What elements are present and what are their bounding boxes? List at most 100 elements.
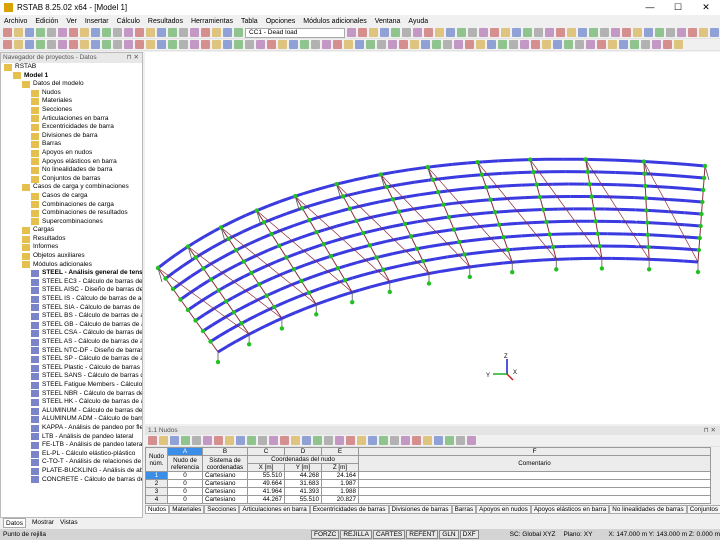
- purlin-member[interactable]: [467, 160, 483, 165]
- table-cell[interactable]: 20.827: [321, 495, 359, 504]
- purlin-member[interactable]: [328, 209, 342, 216]
- toolbar-button-icon[interactable]: [181, 436, 190, 445]
- purlin-member[interactable]: [422, 164, 438, 170]
- node-support[interactable]: [208, 277, 214, 282]
- purlin-member[interactable]: [326, 295, 339, 302]
- purlin-member[interactable]: [471, 172, 488, 178]
- purlin-member[interactable]: [247, 313, 259, 322]
- toolbar-button-icon[interactable]: [542, 40, 551, 49]
- toolbar-button-icon[interactable]: [366, 40, 375, 49]
- node-support[interactable]: [215, 359, 221, 365]
- purlin-member[interactable]: [254, 324, 266, 333]
- toolbar-button-icon[interactable]: [36, 28, 45, 37]
- tree-item[interactable]: Informes: [1, 243, 142, 252]
- toolbar-button-icon[interactable]: [157, 40, 166, 49]
- tree-item[interactable]: Barras: [1, 140, 142, 149]
- toolbar-button-icon[interactable]: [3, 40, 12, 49]
- purlin-member[interactable]: [385, 237, 399, 243]
- toolbar-button-icon[interactable]: [456, 436, 465, 445]
- toolbar-button-icon[interactable]: [531, 40, 540, 49]
- table-cell[interactable]: Cartesiano: [202, 487, 248, 496]
- node-support[interactable]: [334, 181, 339, 187]
- node-support[interactable]: [354, 218, 359, 224]
- toolbar-button-icon[interactable]: [69, 28, 78, 37]
- purlin-member[interactable]: [517, 170, 534, 175]
- purlin-member[interactable]: [615, 170, 634, 175]
- purlin-member[interactable]: [440, 267, 454, 273]
- table-cell[interactable]: 55.510: [247, 471, 285, 480]
- purlin-member[interactable]: [398, 262, 412, 268]
- node-support[interactable]: [646, 267, 652, 272]
- node-support[interactable]: [314, 230, 319, 235]
- toolbar-button-icon[interactable]: [545, 28, 554, 37]
- model-viewport[interactable]: Z Y X: [145, 52, 720, 424]
- purlin-member[interactable]: [447, 187, 463, 193]
- node-support[interactable]: [475, 160, 480, 165]
- node-support[interactable]: [488, 197, 493, 202]
- menu-item-10[interactable]: Ventana: [375, 18, 401, 25]
- purlin-member[interactable]: [223, 219, 236, 227]
- toolbar-button-icon[interactable]: [523, 28, 532, 37]
- node-support[interactable]: [360, 230, 366, 236]
- node-support[interactable]: [641, 159, 647, 164]
- purlin-member[interactable]: [449, 226, 464, 232]
- node-support[interactable]: [700, 199, 705, 205]
- purlin-member[interactable]: [618, 195, 635, 200]
- toolbar-button-icon[interactable]: [223, 40, 232, 49]
- table-cell[interactable]: 2: [145, 479, 168, 488]
- purlin-member[interactable]: [234, 274, 246, 283]
- purlin-member[interactable]: [521, 233, 536, 238]
- purlin-member[interactable]: [249, 297, 261, 306]
- tree-item[interactable]: STEEL EC3 - Cálculo de barras de acero: [1, 278, 142, 287]
- purlin-member[interactable]: [481, 236, 495, 241]
- node-support[interactable]: [178, 297, 183, 302]
- col-header-d[interactable]: D: [284, 447, 322, 456]
- menu-item-11[interactable]: Ayuda: [408, 18, 428, 25]
- node-support[interactable]: [291, 267, 297, 272]
- toolbar-button-icon[interactable]: [278, 40, 287, 49]
- toolbar-button-icon[interactable]: [36, 40, 45, 49]
- toolbar-button-icon[interactable]: [47, 40, 56, 49]
- purlin-member[interactable]: [471, 211, 486, 216]
- node-support[interactable]: [451, 227, 457, 232]
- toolbar-button-icon[interactable]: [212, 28, 221, 37]
- toolbar-button-icon[interactable]: [512, 28, 521, 37]
- menu-item-9[interactable]: Módulos adicionales: [303, 18, 366, 25]
- purlin-member[interactable]: [274, 315, 286, 323]
- menu-item-1[interactable]: Edición: [35, 18, 58, 25]
- purlin-member[interactable]: [315, 184, 329, 192]
- purlin-member[interactable]: [352, 273, 365, 280]
- toolbar-button-icon[interactable]: [390, 436, 399, 445]
- purlin-member[interactable]: [363, 270, 376, 277]
- purlin-member[interactable]: [477, 262, 491, 268]
- node-support[interactable]: [269, 231, 274, 237]
- purlin-member[interactable]: [525, 246, 540, 250]
- node-support[interactable]: [307, 218, 312, 223]
- toolbar-button-icon[interactable]: [124, 40, 133, 49]
- purlin-member[interactable]: [442, 175, 458, 180]
- col-header-c[interactable]: C: [247, 447, 285, 456]
- purlin-member[interactable]: [316, 212, 330, 220]
- purlin-member[interactable]: [174, 247, 186, 257]
- table-cell[interactable]: 44.267: [247, 495, 285, 504]
- menu-item-4[interactable]: Cálculo: [117, 18, 140, 25]
- node-support[interactable]: [697, 235, 702, 241]
- purlin-member[interactable]: [491, 184, 507, 189]
- toolbar-button-icon[interactable]: [159, 436, 168, 445]
- tree-item[interactable]: No linealidades de barra: [1, 166, 142, 175]
- purlin-member[interactable]: [226, 339, 238, 348]
- node-support[interactable]: [554, 267, 559, 272]
- purlin-member[interactable]: [502, 171, 518, 175]
- sheet-tab[interactable]: Apoyos elásticos en barra: [530, 505, 610, 514]
- toolbar-button-icon[interactable]: [203, 436, 212, 445]
- toolbar-button-icon[interactable]: [135, 40, 144, 49]
- tree-item[interactable]: Objetos auxiliares: [1, 252, 142, 261]
- node-support[interactable]: [272, 304, 277, 310]
- node-support[interactable]: [597, 243, 603, 249]
- toolbar-button-icon[interactable]: [423, 436, 432, 445]
- toolbar-button-icon[interactable]: [476, 40, 485, 49]
- node-support[interactable]: [701, 187, 706, 193]
- toolbar-button-icon[interactable]: [641, 40, 650, 49]
- purlin-member[interactable]: [231, 230, 244, 239]
- node-support[interactable]: [163, 276, 168, 281]
